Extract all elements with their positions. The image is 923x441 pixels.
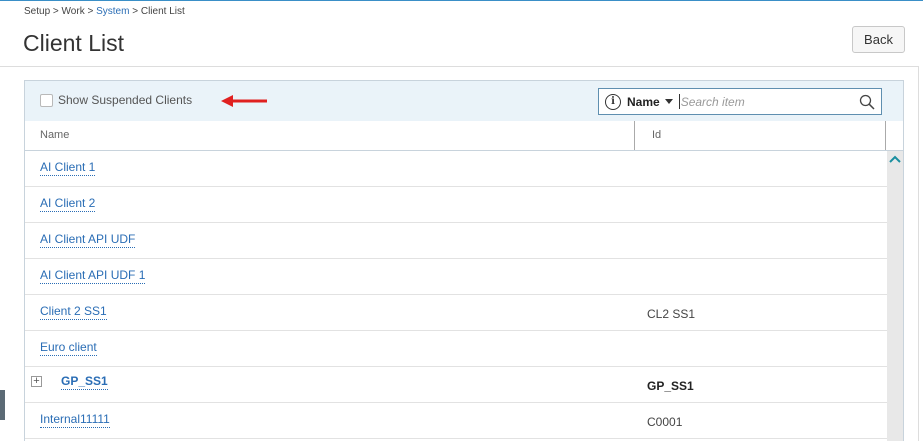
client-id: CL2 SS1 — [647, 307, 696, 321]
side-collapse-handle[interactable] — [0, 390, 5, 420]
client-id: GP_SS1 — [647, 379, 694, 393]
show-suspended-toggle[interactable]: Show Suspended Clients — [40, 93, 192, 107]
column-header-name[interactable]: Name — [40, 121, 69, 150]
search-field-label: Name — [627, 94, 660, 109]
client-name-link[interactable]: AI Client API UDF — [40, 232, 136, 248]
client-name-link[interactable]: GP_SS1 — [61, 374, 108, 390]
search-field-dropdown[interactable]: Name — [627, 95, 673, 109]
table-row: AI Client 2 — [25, 187, 887, 223]
table-row: AI Client API UDF 1 — [25, 259, 887, 295]
breadcrumb-separator: > — [132, 6, 139, 17]
client-name-link[interactable]: AI Client 1 — [40, 160, 96, 176]
table-row: Euro client — [25, 331, 887, 367]
table-header: Name Id — [25, 121, 903, 151]
client-list-panel: Show Suspended Clients i Name Name Id AI — [24, 80, 904, 441]
breadcrumb-separator: > — [87, 6, 94, 17]
breadcrumb-setup[interactable]: Setup — [24, 6, 50, 17]
table-body: AI Client 1 AI Client 2 AI Client API UD… — [25, 151, 887, 439]
show-suspended-checkbox[interactable] — [40, 93, 53, 107]
breadcrumb-separator: > — [52, 6, 59, 17]
search-input[interactable] — [678, 94, 871, 109]
client-name-link[interactable]: AI Client 2 — [40, 196, 96, 212]
list-toolbar: Show Suspended Clients i Name — [25, 81, 903, 122]
table-row: AI Client API UDF — [25, 223, 887, 259]
page-title: Client List — [23, 30, 124, 56]
breadcrumb-current: Client List — [140, 6, 185, 17]
client-id: C0001 — [647, 415, 683, 429]
table-row: Client 2 SS1 CL2 SS1 — [25, 295, 887, 331]
chevron-up-icon[interactable] — [888, 153, 902, 165]
client-name-link[interactable]: AI Client API UDF 1 — [40, 268, 146, 284]
client-name-link[interactable]: Euro client — [40, 340, 97, 356]
header-divider — [0, 66, 918, 67]
show-suspended-label: Show Suspended Clients — [58, 93, 193, 107]
column-resize-handle[interactable] — [885, 121, 886, 150]
vertical-scrollbar[interactable] — [887, 151, 903, 441]
plus-box-icon[interactable]: + — [31, 376, 42, 387]
table-row: Internal11111 C0001 — [25, 403, 887, 439]
column-header-id[interactable]: Id — [652, 121, 661, 150]
caret-down-icon — [664, 99, 673, 104]
search-box: i Name — [598, 88, 882, 115]
table-row: + GP_SS1 GP_SS1 — [25, 367, 887, 403]
breadcrumb-work[interactable]: Work — [62, 6, 85, 17]
client-name-link[interactable]: Client 2 SS1 — [40, 304, 107, 320]
column-resize-handle[interactable] — [634, 121, 635, 150]
info-icon[interactable]: i — [605, 93, 621, 110]
client-name-link[interactable]: Internal11111 — [40, 412, 110, 428]
breadcrumb: Setup > Work > System > Client List — [24, 6, 185, 17]
top-accent-line — [0, 0, 923, 1]
content-right-border — [918, 66, 919, 441]
annotation-arrow-icon — [221, 95, 267, 107]
table-row: AI Client 1 — [25, 151, 887, 187]
search-icon[interactable] — [859, 94, 875, 110]
breadcrumb-system-link[interactable]: System — [96, 6, 129, 17]
back-button[interactable]: Back — [852, 26, 905, 53]
